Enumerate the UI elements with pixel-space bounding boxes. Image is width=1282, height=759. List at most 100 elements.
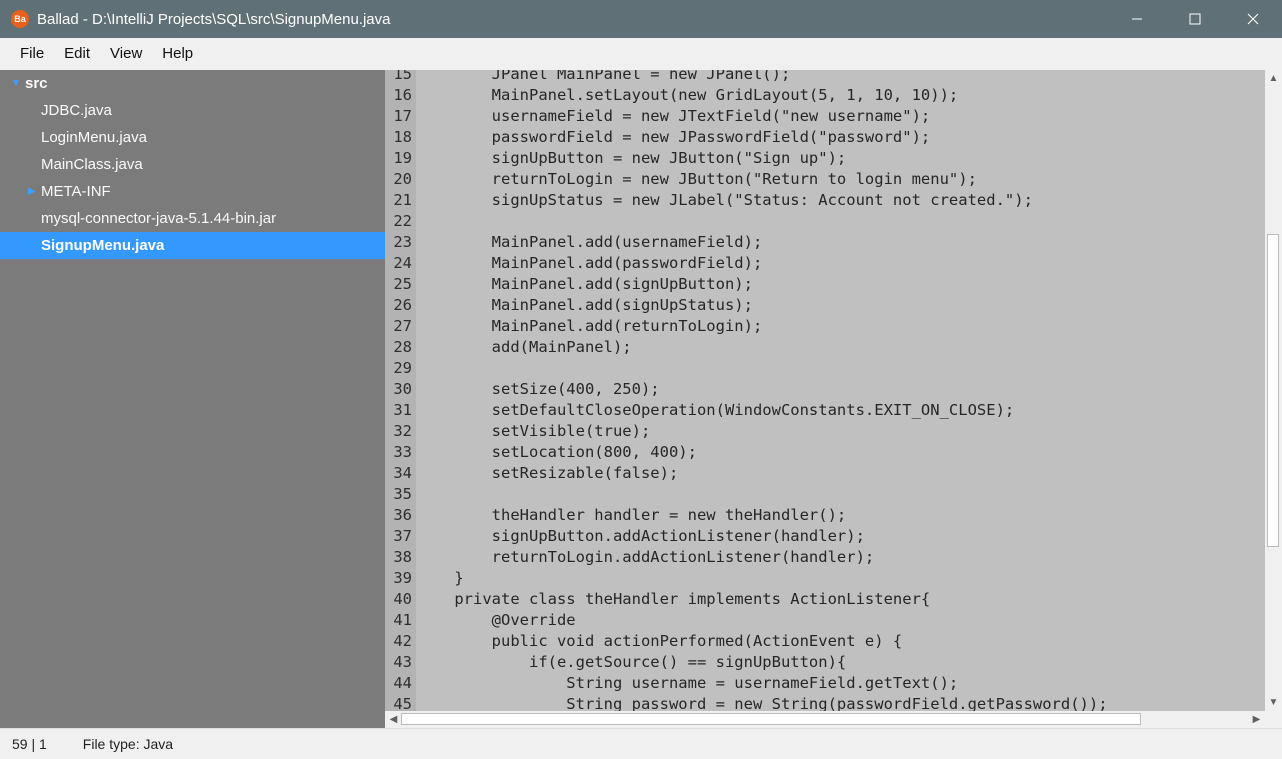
tree-item-label: MainClass.java — [41, 156, 143, 173]
code-text: MainPanel.add(signUpStatus); — [417, 296, 753, 314]
code-text: MainPanel.add(usernameField); — [417, 233, 763, 251]
line-number: 34 — [393, 464, 412, 482]
tree-item-label: SignupMenu.java — [41, 237, 165, 254]
code-text: if(e.getSource() == signUpButton){ — [417, 653, 847, 671]
minimize-icon — [1132, 18, 1142, 20]
tree-item-mainclass[interactable]: MainClass.java — [0, 151, 385, 178]
file-tree: ▼ src JDBC.java LoginMenu.java MainClass… — [0, 70, 385, 728]
code-text: String username = usernameField.getText(… — [417, 674, 959, 692]
code-text: setLocation(800, 400); — [417, 443, 697, 461]
line-number: 37 — [393, 527, 412, 545]
maximize-icon — [1189, 13, 1201, 25]
code-text: passwordField = new JPasswordField("pass… — [417, 128, 931, 146]
code-text: returnToLogin.addActionListener(handler)… — [417, 548, 875, 566]
code-text: signUpStatus = new JLabel("Status: Accou… — [417, 191, 1033, 209]
code-text: setVisible(true); — [417, 422, 651, 440]
line-number: 18 — [393, 128, 412, 146]
maximize-button[interactable] — [1166, 0, 1224, 38]
line-number: 21 — [393, 191, 412, 209]
code-text: @Override — [417, 611, 576, 629]
scroll-right-arrow-icon[interactable]: ▶ — [1248, 711, 1265, 728]
line-number: 41 — [393, 611, 412, 629]
line-number: 36 — [393, 506, 412, 524]
tree-item-label: LoginMenu.java — [41, 129, 147, 146]
window-title: Ballad - D:\IntelliJ Projects\SQL\src\Si… — [37, 10, 391, 28]
line-number: 22 — [393, 212, 412, 230]
scroll-up-arrow-icon[interactable]: ▲ — [1265, 70, 1282, 87]
collapsed-triangle-icon[interactable]: ▶ — [28, 178, 36, 205]
line-number: 28 — [393, 338, 412, 356]
line-number: 39 — [393, 569, 412, 587]
line-number: 15 — [393, 70, 412, 83]
close-icon — [1247, 13, 1259, 25]
vertical-scrollbar[interactable]: ▲ ▼ — [1265, 70, 1282, 711]
code-text: returnToLogin = new JButton("Return to l… — [417, 170, 977, 188]
code-text: add(MainPanel); — [417, 338, 632, 356]
tree-item-loginmenu[interactable]: LoginMenu.java — [0, 124, 385, 151]
tree-folder-meta-inf[interactable]: ▶ META-INF — [0, 178, 385, 205]
line-number: 19 — [393, 149, 412, 167]
line-number: 25 — [393, 275, 412, 293]
cursor-position: 59 | 1 — [12, 736, 47, 752]
code-text: public void actionPerformed(ActionEvent … — [417, 632, 903, 650]
line-number: 32 — [393, 422, 412, 440]
line-number: 31 — [393, 401, 412, 419]
tree-item-label: JDBC.java — [41, 102, 112, 119]
tree-item-mysql-connector[interactable]: mysql-connector-java-5.1.44-bin.jar — [0, 205, 385, 232]
code-editor[interactable]: 15 JPanel MainPanel = new JPanel(); 16 Ma… — [385, 70, 1265, 711]
code-text: signUpButton.addActionListener(handler); — [417, 527, 865, 545]
line-number: 38 — [393, 548, 412, 566]
scroll-down-arrow-icon[interactable]: ▼ — [1265, 694, 1282, 711]
line-number: 45 — [393, 695, 412, 711]
menu-bar: File Edit View Help — [0, 38, 1282, 70]
app-icon: Ba — [11, 10, 29, 28]
code-text: } — [417, 569, 464, 587]
line-number: 30 — [393, 380, 412, 398]
vertical-scroll-thumb[interactable] — [1267, 234, 1279, 547]
code-text: setDefaultCloseOperation(WindowConstants… — [417, 401, 1015, 419]
line-number: 40 — [393, 590, 412, 608]
scrollbar-corner — [1265, 711, 1282, 728]
line-number: 24 — [393, 254, 412, 272]
menu-file[interactable]: File — [10, 38, 54, 70]
window-controls — [1108, 0, 1282, 38]
file-type-label: File type: Java — [82, 736, 174, 752]
line-number: 17 — [393, 107, 412, 125]
tree-folder-src[interactable]: ▼ src — [0, 70, 385, 97]
close-button[interactable] — [1224, 0, 1282, 38]
code-text: MainPanel.add(signUpButton); — [417, 275, 753, 293]
code-text: signUpButton = new JButton("Sign up"); — [417, 149, 847, 167]
tree-item-jdbc[interactable]: JDBC.java — [0, 97, 385, 124]
menu-help[interactable]: Help — [152, 38, 203, 70]
tree-item-label: mysql-connector-java-5.1.44-bin.jar — [41, 210, 277, 227]
minimize-button[interactable] — [1108, 0, 1166, 38]
menu-view[interactable]: View — [100, 38, 152, 70]
code-text: MainPanel.setLayout(new GridLayout(5, 1,… — [417, 86, 959, 104]
line-number: 44 — [393, 674, 412, 692]
code-text: usernameField = new JTextField("new user… — [417, 107, 931, 125]
title-bar[interactable]: Ba Ballad - D:\IntelliJ Projects\SQL\src… — [0, 0, 1282, 38]
line-number: 43 — [393, 653, 412, 671]
code-text: JPanel MainPanel = new JPanel(); — [417, 70, 791, 83]
code-text: MainPanel.add(passwordField); — [417, 254, 763, 272]
horizontal-scroll-thumb[interactable] — [401, 713, 1141, 725]
code-text: theHandler handler = new theHandler(); — [417, 506, 847, 524]
line-number: 20 — [393, 170, 412, 188]
line-number: 16 — [393, 86, 412, 104]
line-number: 23 — [393, 233, 412, 251]
line-number: 29 — [393, 359, 412, 377]
code-text: setResizable(false); — [417, 464, 679, 482]
tree-item-label: src — [25, 75, 48, 92]
code-text: setSize(400, 250); — [417, 380, 660, 398]
scroll-left-arrow-icon[interactable]: ◀ — [385, 711, 402, 728]
code-text: MainPanel.add(returnToLogin); — [417, 317, 763, 335]
line-number: 33 — [393, 443, 412, 461]
line-number: 42 — [393, 632, 412, 650]
tree-item-label: META-INF — [41, 183, 111, 200]
line-number: 27 — [393, 317, 412, 335]
line-number: 26 — [393, 296, 412, 314]
menu-edit[interactable]: Edit — [54, 38, 100, 70]
expanded-triangle-icon[interactable]: ▼ — [11, 70, 21, 97]
horizontal-scrollbar[interactable]: ◀ ▶ — [385, 711, 1265, 728]
tree-item-signupmenu[interactable]: SignupMenu.java — [0, 232, 385, 259]
